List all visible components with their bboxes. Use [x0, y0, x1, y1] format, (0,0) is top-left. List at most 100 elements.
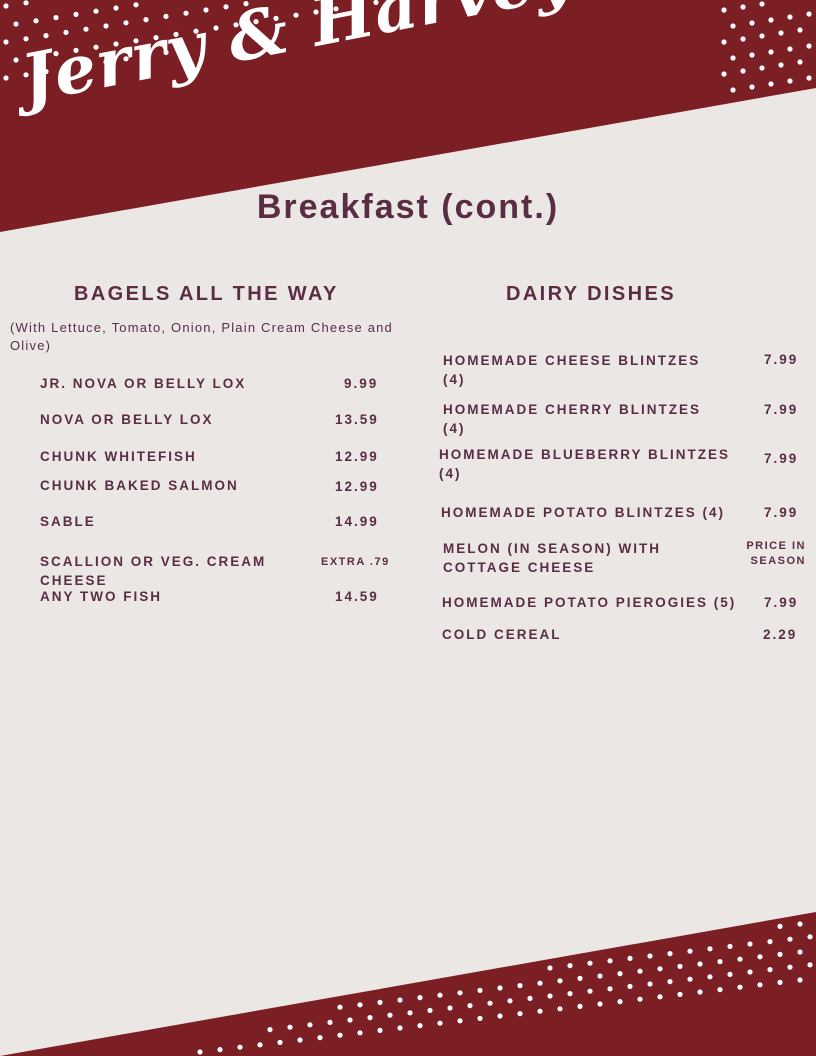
decorative-dot: [687, 948, 693, 954]
menu-item-name: SCALLION OR VEG. CREAM CHEESE: [40, 554, 267, 588]
decorative-dot: [587, 988, 593, 994]
decorative-dot: [777, 951, 783, 958]
decorative-dot: [737, 984, 743, 990]
decorative-dot: [677, 991, 683, 998]
menu-item-price: 7.99: [764, 402, 799, 417]
decorative-dot: [707, 946, 713, 952]
decorative-dot: [73, 11, 79, 17]
decorative-dot: [113, 5, 119, 11]
decorative-dot: [517, 983, 523, 989]
menu-item-price: 2.29: [763, 627, 798, 642]
decorative-dot: [647, 953, 653, 959]
decorative-dot: [797, 977, 803, 983]
decorative-dot: [778, 62, 784, 68]
decorative-dot: [457, 990, 463, 996]
decorative-dot: [787, 936, 793, 942]
decorative-dot: [759, 1, 765, 7]
page-title: Breakfast (cont.): [256, 188, 560, 226]
menu-item-price: 12.99: [335, 449, 379, 464]
menu-item-name: HOMEMADE POTATO PIEROGIES (5): [442, 595, 737, 610]
decorative-dot: [13, 21, 19, 27]
decorative-dot: [806, 75, 812, 81]
menu-item-price: 13.59: [335, 412, 379, 427]
decorative-dot: [307, 1022, 313, 1028]
decorative-dot: [607, 986, 613, 992]
menu-item-name: ANY TWO FISH: [40, 589, 163, 604]
menu-item-price: 7.99: [764, 451, 799, 466]
decorative-dot: [297, 1037, 303, 1043]
menu-item-name: COLD CEREAL: [442, 627, 562, 642]
decorative-dot: [197, 1049, 203, 1055]
menu-item-price: 7.99: [764, 505, 799, 520]
decorative-dot: [357, 1030, 363, 1036]
decorative-dot: [759, 65, 765, 71]
decorative-dot: [457, 1018, 463, 1024]
decorative-dot: [721, 71, 727, 77]
decorative-dot: [557, 1006, 563, 1012]
decorative-dot: [347, 1017, 353, 1023]
bagels-heading: BAGELS ALL THE WAY: [74, 283, 339, 305]
decorative-dot: [617, 971, 623, 977]
decorative-dot: [721, 39, 727, 45]
decorative-dot: [527, 995, 533, 1002]
decorative-dot: [627, 955, 633, 962]
decorative-dot: [53, 15, 59, 21]
decorative-dot: [740, 36, 746, 42]
menu-item-price: 9.99: [344, 376, 379, 391]
decorative-dot: [607, 958, 613, 964]
decorative-dot: [597, 973, 603, 979]
decorative-dot: [597, 1001, 603, 1007]
decorative-dot: [730, 55, 736, 61]
decorative-dot: [507, 998, 513, 1004]
decorative-dot: [806, 11, 812, 17]
menu-item-price: 14.99: [335, 514, 379, 529]
decorative-dot: [637, 996, 643, 1002]
decorative-dot: [367, 1015, 373, 1021]
decorative-dot: [537, 980, 543, 986]
decorative-dot: [517, 1011, 523, 1017]
decorative-dot: [749, 52, 755, 58]
decorative-dot: [697, 961, 703, 967]
decorative-dot: [3, 75, 9, 81]
decorative-dot: [287, 1024, 293, 1030]
decorative-dot: [627, 983, 633, 990]
decorative-dot: [277, 1039, 283, 1045]
decorative-dot: [807, 934, 813, 940]
decorative-dot: [417, 995, 423, 1001]
decorative-dot: [721, 7, 727, 13]
menu-item-price: EXTRA .79: [321, 556, 390, 568]
menu-item-name: CHUNK WHITEFISH: [40, 449, 197, 464]
menu-item-price: 7.99: [764, 352, 799, 367]
decorative-dot: [487, 1000, 493, 1006]
menu-item-name: SABLE: [40, 514, 96, 529]
decorative-dot: [757, 982, 763, 988]
decorative-dot: [687, 976, 693, 982]
decorative-dot: [737, 956, 743, 962]
menu-item-price: 12.99: [335, 479, 379, 494]
decorative-dot: [497, 985, 503, 991]
decorative-dot: [727, 943, 733, 950]
decorative-dot: [777, 923, 783, 930]
decorative-dot: [797, 921, 803, 927]
decorative-dot: [797, 59, 803, 65]
decorative-dot: [23, 0, 29, 6]
decorative-dot: [647, 981, 653, 987]
decorative-dot: [717, 987, 723, 993]
decorative-dot: [707, 974, 713, 980]
menu-item-name: MELON (IN SEASON) WITH COTTAGE CHEESE: [443, 541, 661, 575]
decorative-dot: [3, 3, 9, 9]
decorative-dot: [407, 1010, 413, 1016]
decorative-dot: [747, 941, 753, 947]
decorative-dot: [217, 1047, 223, 1053]
decorative-dot: [778, 30, 784, 36]
decorative-dot: [397, 1025, 403, 1031]
decorative-dot: [357, 1002, 363, 1008]
decorative-dot: [437, 992, 443, 998]
decorative-dot: [477, 987, 483, 994]
decorative-dot: [427, 1007, 433, 1014]
decorative-dot: [747, 969, 753, 975]
decorative-dot: [749, 84, 755, 90]
decorative-dot: [768, 81, 774, 87]
bagels-note: (With Lettuce, Tomato, Onion, Plain Crea…: [10, 320, 393, 353]
decorative-dot: [33, 18, 39, 24]
